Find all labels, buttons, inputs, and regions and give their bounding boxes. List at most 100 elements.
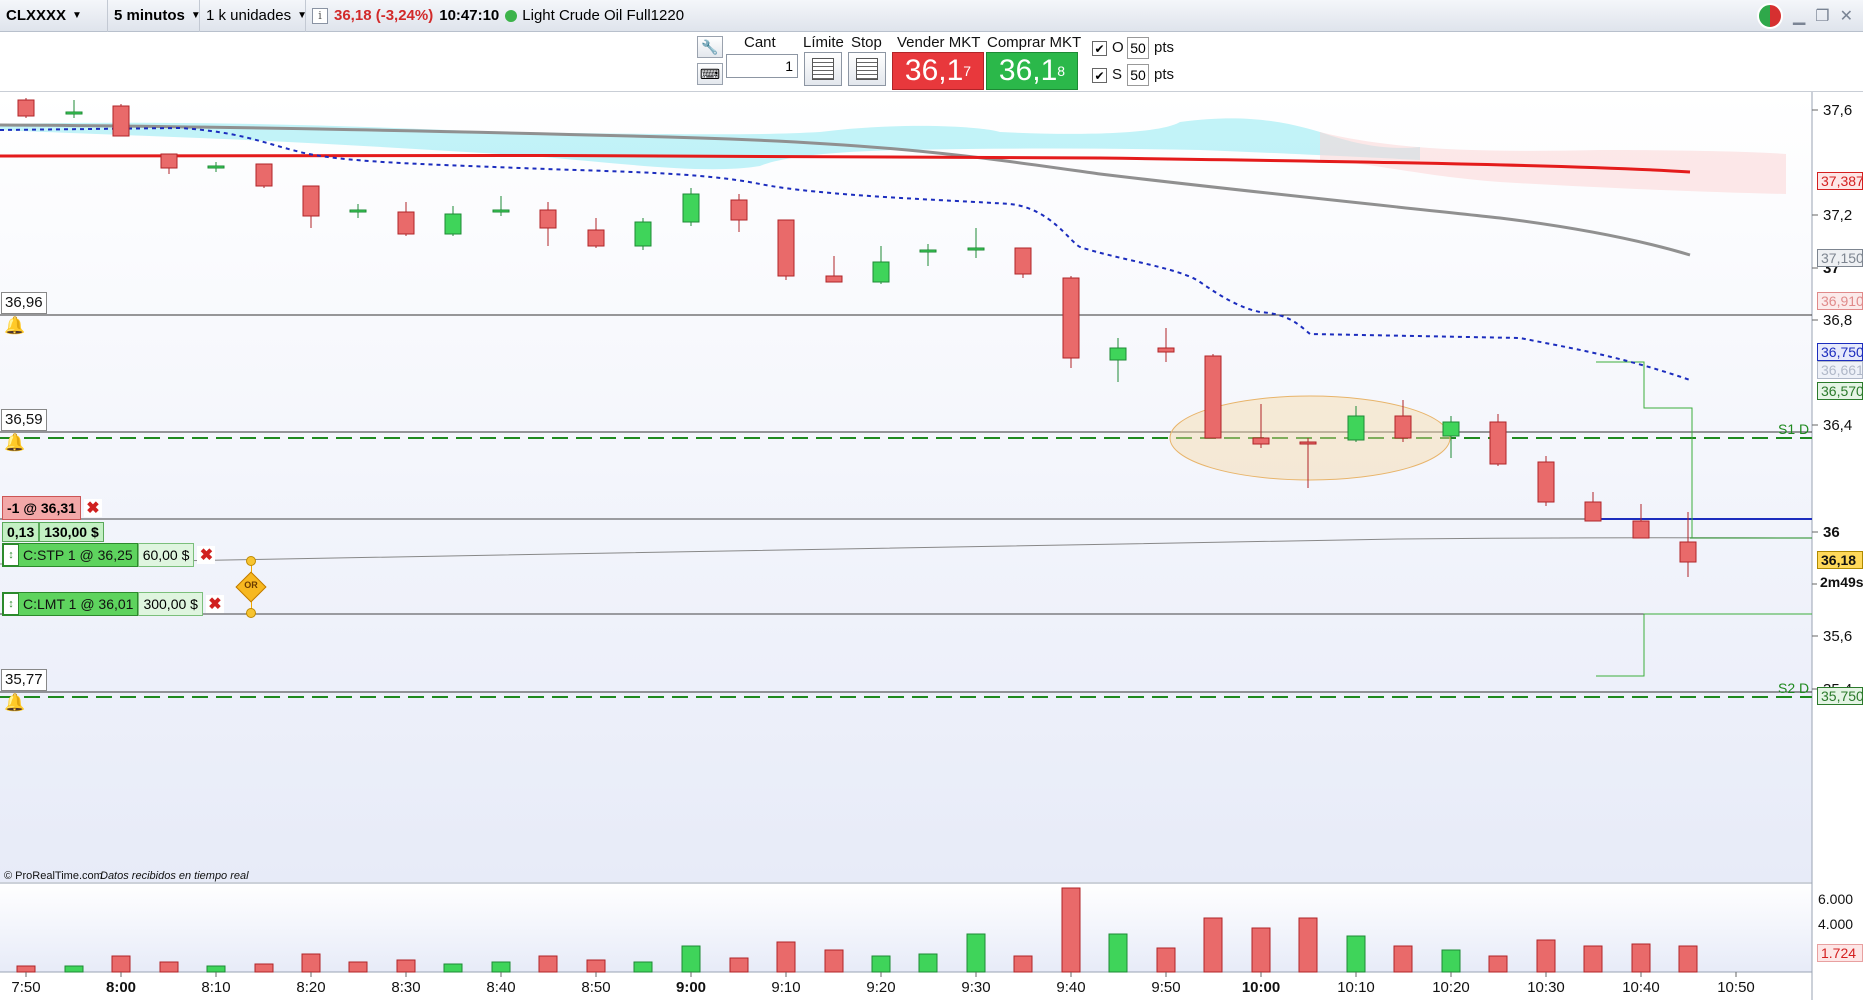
buy-price-sup: 8 bbox=[1057, 63, 1066, 79]
stop-order-label-wrap[interactable]: ↕ C:STP 1 @ 36,25 bbox=[2, 543, 138, 567]
drag-handle-icon[interactable]: ↕ bbox=[3, 544, 19, 566]
buy-market-button[interactable]: 36,1 8 bbox=[986, 52, 1078, 90]
volume-bar bbox=[871, 955, 891, 973]
drag-handle-icon[interactable]: ↕ bbox=[3, 593, 19, 615]
units-label: 1 k unidades bbox=[206, 7, 292, 24]
price-change: 36,18 (-3,24%) bbox=[334, 7, 434, 24]
chevron-down-icon: ▼ bbox=[72, 10, 82, 21]
symbol-selector[interactable]: CLXXXX ▼ bbox=[0, 0, 108, 32]
buy-label: Comprar MKT bbox=[987, 34, 1082, 51]
price-tick-label: 36 bbox=[1823, 524, 1840, 541]
volume-bar bbox=[111, 955, 131, 973]
s-pts-input[interactable]: 50 bbox=[1127, 64, 1149, 86]
candle-body bbox=[1157, 347, 1175, 353]
pnl-tag: 0,13 130,00 $ bbox=[2, 522, 104, 542]
stop-order-button[interactable] bbox=[848, 52, 886, 86]
bell-icon[interactable]: 🔔 bbox=[4, 433, 25, 453]
time-tick-label: 10:40 bbox=[1622, 979, 1660, 996]
bell-icon[interactable]: 🔔 bbox=[4, 693, 25, 713]
volume-bar bbox=[64, 965, 84, 973]
candle-body bbox=[397, 211, 415, 235]
sync-icon[interactable] bbox=[1756, 3, 1783, 29]
units-selector[interactable]: 1 k unidades ▼ bbox=[200, 0, 307, 32]
time-tick-label: 8:00 bbox=[106, 979, 136, 996]
price-tick-label: 36,4 bbox=[1823, 417, 1852, 434]
volume-bar bbox=[824, 949, 844, 973]
stop-order-tag[interactable]: ↕ C:STP 1 @ 36,25 60,00 $ ✖ bbox=[2, 543, 216, 567]
s2-label: S2 D bbox=[1778, 680, 1809, 696]
time-tick-label: 8:10 bbox=[201, 979, 230, 996]
time-tick-label: 10:00 bbox=[1242, 979, 1280, 996]
order-book-icon bbox=[856, 58, 878, 80]
candle-body bbox=[1537, 461, 1555, 503]
or-handle-top[interactable] bbox=[246, 556, 256, 566]
time-tick-label: 8:20 bbox=[296, 979, 325, 996]
volume-bar bbox=[776, 941, 796, 973]
volume-bar bbox=[633, 961, 653, 973]
price-axis-value-box: 36,570 bbox=[1817, 382, 1863, 400]
keyboard-icon[interactable]: ⌨ bbox=[697, 63, 723, 85]
time-tick-label: 10:20 bbox=[1432, 979, 1470, 996]
wrench-icon[interactable]: 🔧 bbox=[697, 36, 723, 58]
limit-order-tag[interactable]: ↕ C:LMT 1 @ 36,01 300,00 $ ✖ bbox=[2, 592, 224, 616]
sell-label: Vender MKT bbox=[897, 34, 981, 51]
symbol-label: CLXXXX bbox=[6, 7, 67, 24]
top-toolbar: CLXXXX ▼ 5 minutos ▼ 1 k unidades ▼ i 36… bbox=[0, 0, 1863, 32]
timeframe-label: 5 minutos bbox=[114, 7, 185, 24]
candle-body bbox=[1394, 415, 1412, 439]
o-pts-input[interactable]: 50 bbox=[1127, 37, 1149, 59]
candle-body bbox=[825, 275, 843, 283]
quantity-input[interactable]: 1 bbox=[726, 54, 798, 78]
volume-bar bbox=[1108, 933, 1128, 973]
candle-body bbox=[730, 199, 748, 221]
time-tick-label: 9:10 bbox=[771, 979, 800, 996]
instrument-name: Light Crude Oil Full1220 bbox=[522, 7, 685, 24]
minimize-icon[interactable]: ▁ bbox=[1793, 6, 1805, 26]
o-checkbox[interactable]: ✔ bbox=[1092, 41, 1107, 56]
o-pts-label: pts bbox=[1154, 39, 1175, 56]
restore-icon[interactable]: ❐ bbox=[1815, 6, 1829, 26]
time-tick-label: 9:40 bbox=[1056, 979, 1085, 996]
alert-level-label[interactable]: 36,96 bbox=[1, 292, 47, 314]
time-tick-label: 9:20 bbox=[866, 979, 895, 996]
candle-body bbox=[1252, 437, 1270, 445]
limit-order-label-wrap[interactable]: ↕ C:LMT 1 @ 36,01 bbox=[2, 592, 139, 616]
candle-body bbox=[1014, 247, 1032, 275]
info-icon[interactable]: i bbox=[312, 7, 328, 24]
window-controls: ▁ ❐ ✕ bbox=[1756, 0, 1863, 32]
or-handle-bottom[interactable] bbox=[246, 608, 256, 618]
volume-bar bbox=[443, 963, 463, 973]
price-axis-value-box: 37,387 bbox=[1817, 172, 1863, 190]
close-icon[interactable]: ✕ bbox=[1840, 6, 1853, 26]
volume-bar bbox=[348, 961, 368, 973]
s-checkbox[interactable]: ✔ bbox=[1092, 68, 1107, 83]
price-chart[interactable]: 37,637,23736,836,43635,835,635,4 7:508:0… bbox=[0, 92, 1863, 1000]
bell-icon[interactable]: 🔔 bbox=[4, 316, 25, 336]
order-book-icon bbox=[812, 58, 834, 80]
chart-area[interactable]: 37,637,23736,836,43635,835,635,4 7:508:0… bbox=[0, 92, 1863, 1000]
volume-bar bbox=[206, 965, 226, 973]
time-tick-label: 8:40 bbox=[486, 979, 515, 996]
cancel-limit-icon[interactable]: ✖ bbox=[205, 595, 224, 613]
position-tag[interactable]: -1 @ 36,31 ✖ bbox=[2, 496, 102, 520]
volume-bar bbox=[1441, 949, 1461, 973]
volume-bar bbox=[396, 959, 416, 973]
alert-level-label[interactable]: 36,59 bbox=[1, 409, 47, 431]
candle-body bbox=[1679, 541, 1697, 563]
limit-order-button[interactable] bbox=[804, 52, 842, 86]
close-position-icon[interactable]: ✖ bbox=[83, 499, 102, 517]
cancel-stop-icon[interactable]: ✖ bbox=[197, 546, 216, 564]
price-tick-label: 35,6 bbox=[1823, 628, 1852, 645]
volume-bar bbox=[918, 953, 938, 973]
alert-level-label[interactable]: 35,77 bbox=[1, 669, 47, 691]
time-tick-label: 8:50 bbox=[581, 979, 610, 996]
price-tick-label: 37,2 bbox=[1823, 207, 1852, 224]
volume-bar bbox=[966, 933, 986, 973]
sell-market-button[interactable]: 36,1 7 bbox=[892, 52, 984, 90]
or-badge-text: OR bbox=[244, 580, 258, 590]
limit-amount: 300,00 $ bbox=[138, 592, 203, 616]
price-axis-value-box: 36,750 bbox=[1817, 343, 1863, 361]
timeframe-selector[interactable]: 5 minutos ▼ bbox=[108, 0, 201, 32]
price-tick-label: 36,8 bbox=[1823, 312, 1852, 329]
volume-bar bbox=[159, 961, 179, 973]
